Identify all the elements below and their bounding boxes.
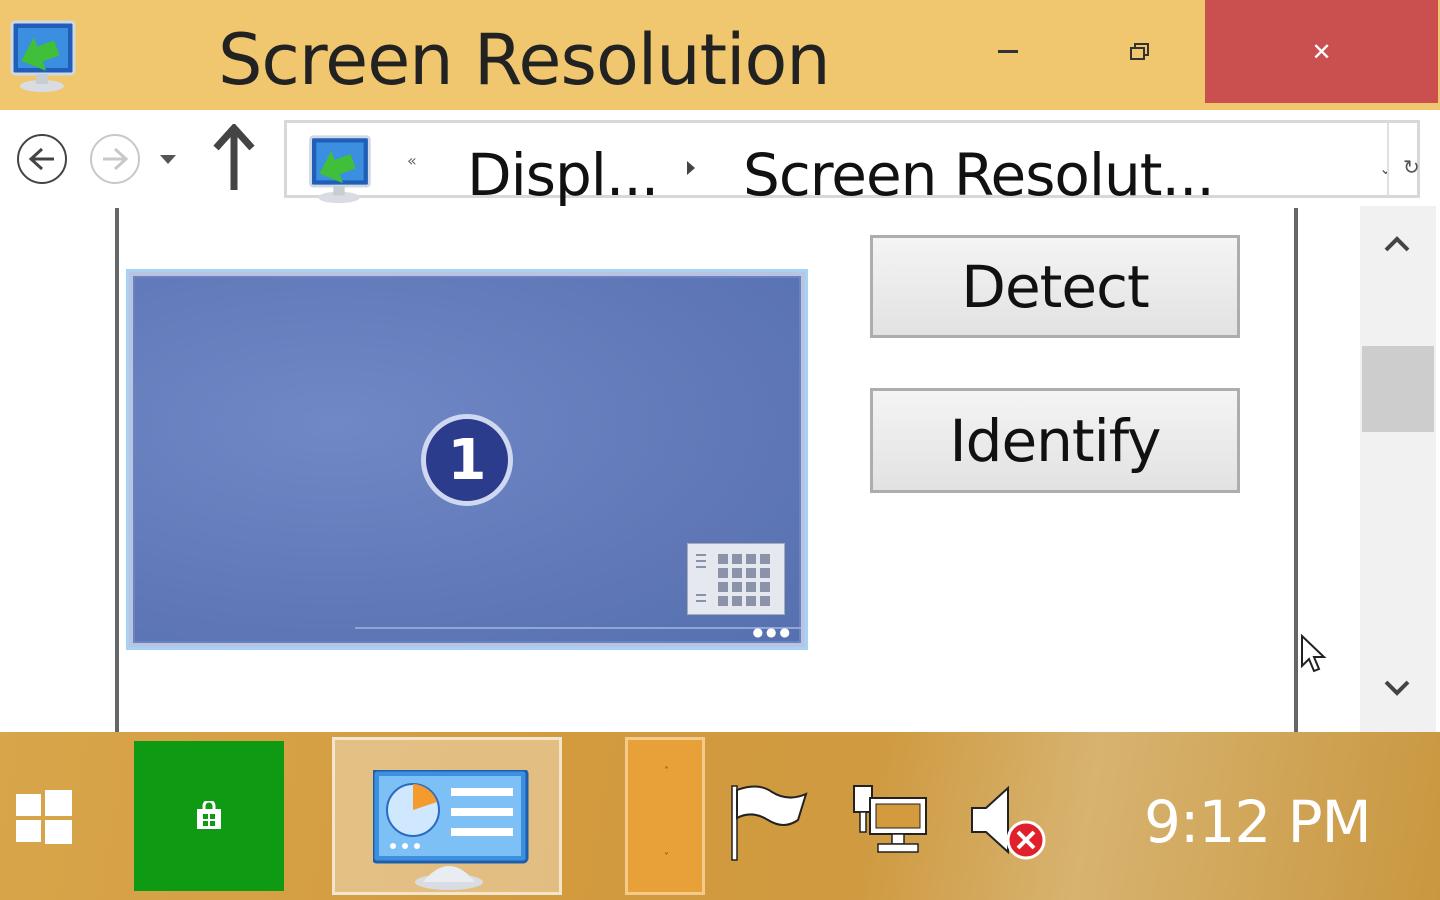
scroll-down-chevron-icon[interactable] xyxy=(1382,678,1412,702)
forward-button[interactable] xyxy=(90,134,140,184)
address-dropdown-icon[interactable]: ⌄ xyxy=(1379,159,1392,178)
mouse-cursor-icon xyxy=(1300,633,1328,678)
taskbar-notification-toggle[interactable]: ˄ ˅ xyxy=(625,737,705,895)
breadcrumb-screen-resolution[interactable]: Screen Resolut... xyxy=(743,143,1215,207)
breadcrumb-chevron-right-icon[interactable] xyxy=(685,159,697,181)
monitor-start-grid-icon xyxy=(687,543,785,615)
back-button[interactable] xyxy=(17,134,67,184)
maximize-button[interactable] xyxy=(1090,0,1190,103)
detect-button[interactable]: Detect xyxy=(870,235,1240,338)
address-divider xyxy=(1387,123,1389,195)
control-panel-display-icon xyxy=(371,768,529,894)
taskbar-store-button[interactable] xyxy=(134,741,284,891)
action-center-flag-icon[interactable] xyxy=(728,784,810,866)
breadcrumb-display[interactable]: Displ... xyxy=(467,143,659,207)
screen-resolution-app-icon[interactable] xyxy=(6,18,78,94)
up-arrow-icon xyxy=(213,122,255,190)
left-divider xyxy=(115,208,119,732)
taskbar-clock[interactable]: 9:12 PM xyxy=(1144,788,1372,856)
monitor-preview[interactable]: 1 ●●● xyxy=(126,269,808,650)
forward-arrow-icon xyxy=(103,147,129,171)
minimize-button[interactable] xyxy=(960,0,1055,103)
address-bar[interactable]: « Displ... Screen Resolut... ⌄ ↻ xyxy=(284,120,1420,207)
store-bag-icon xyxy=(197,801,221,829)
toggle-up-chevron-icon: ˄ xyxy=(664,766,669,777)
vertical-scrollbar[interactable] xyxy=(1360,206,1436,732)
refresh-icon[interactable]: ↻ xyxy=(1403,155,1420,179)
navigation-bar: « Displ... Screen Resolut... ⌄ ↻ xyxy=(0,110,1440,207)
up-button[interactable] xyxy=(210,122,258,198)
window-title: Screen Resolution xyxy=(218,19,831,101)
volume-muted-icon[interactable] xyxy=(968,782,1050,866)
close-button[interactable]: ✕ xyxy=(1205,0,1438,103)
toggle-down-chevron-icon: ˅ xyxy=(664,852,669,863)
title-bar: Screen Resolution ✕ xyxy=(0,0,1440,110)
screen-resolution-location-icon xyxy=(303,133,375,205)
back-arrow-icon xyxy=(28,147,54,171)
monitor-dots-icon: ●●● xyxy=(752,625,793,639)
chevron-down-icon xyxy=(160,155,176,164)
breadcrumb-overflow[interactable]: « xyxy=(407,151,417,170)
start-button[interactable] xyxy=(16,790,72,848)
right-divider xyxy=(1294,208,1298,732)
identify-button[interactable]: Identify xyxy=(870,388,1240,493)
recent-locations-button[interactable] xyxy=(158,150,178,169)
monitor-taskbar xyxy=(355,627,801,643)
windows-logo-icon xyxy=(16,790,72,844)
network-icon[interactable] xyxy=(848,784,930,860)
scroll-up-chevron-icon[interactable] xyxy=(1382,234,1412,258)
close-icon: ✕ xyxy=(1311,37,1332,66)
content-area: 1 ●●● Detect Identify xyxy=(0,206,1440,732)
scrollbar-thumb[interactable] xyxy=(1362,346,1434,432)
taskbar: ˄ ˅ 9:12 PM xyxy=(0,732,1440,900)
monitor-number-badge: 1 xyxy=(421,414,513,506)
taskbar-control-panel-button[interactable] xyxy=(332,737,562,895)
